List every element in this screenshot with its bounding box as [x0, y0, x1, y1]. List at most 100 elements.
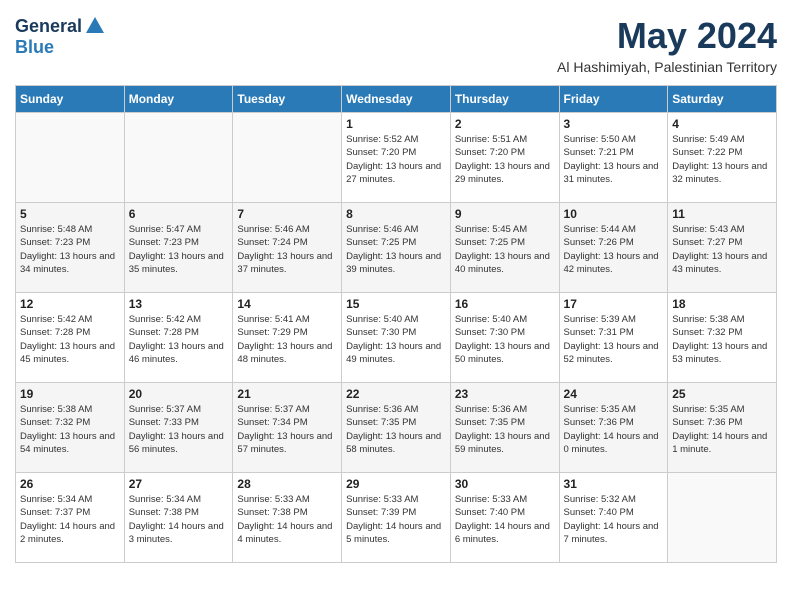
day-header-saturday: Saturday	[668, 86, 777, 113]
week-row-4: 19Sunrise: 5:38 AMSunset: 7:32 PMDayligh…	[16, 383, 777, 473]
calendar-cell: 21Sunrise: 5:37 AMSunset: 7:34 PMDayligh…	[233, 383, 342, 473]
calendar-cell: 15 Sunrise: 5:40 AMSunset: 7:30 PMDayligh…	[342, 293, 451, 383]
day-number: 1	[346, 117, 446, 131]
day-number: 15	[346, 297, 446, 311]
calendar-cell: 19Sunrise: 5:38 AMSunset: 7:32 PMDayligh…	[16, 383, 125, 473]
cell-content: Sunrise: 5:36 AMSunset: 7:35 PMDaylight:…	[455, 403, 555, 456]
day-number: 23	[455, 387, 555, 401]
calendar-cell: 27 Sunrise: 5:34 AMSunset: 7:38 PMDayligh…	[124, 473, 233, 563]
week-row-3: 12 Sunrise: 5:42 AMSunset: 7:28 PMDayligh…	[16, 293, 777, 383]
cell-content: Sunrise: 5:40 AMSunset: 7:30 PMDaylight:…	[346, 313, 446, 366]
day-number: 2	[455, 117, 555, 131]
logo-blue-text: Blue	[15, 37, 54, 58]
day-number: 13	[129, 297, 229, 311]
day-number: 12	[20, 297, 120, 311]
cell-content: Sunrise: 5:44 AMSunset: 7:26 PMDaylight:…	[564, 223, 664, 276]
day-number: 19	[20, 387, 120, 401]
day-number: 4	[672, 117, 772, 131]
calendar-cell	[16, 113, 125, 203]
calendar-cell: 4 Sunrise: 5:49 AMSunset: 7:22 PMDaylight…	[668, 113, 777, 203]
week-row-5: 26Sunrise: 5:34 AMSunset: 7:37 PMDayligh…	[16, 473, 777, 563]
logo: General Blue	[15, 15, 106, 58]
month-title: May 2024	[557, 15, 777, 57]
calendar-cell: 2 Sunrise: 5:51 AMSunset: 7:20 PMDaylight…	[450, 113, 559, 203]
week-row-2: 5Sunrise: 5:48 AMSunset: 7:23 PMDaylight…	[16, 203, 777, 293]
cell-content: Sunrise: 5:52 AMSunset: 7:20 PMDaylight:…	[346, 133, 446, 186]
cell-content: Sunrise: 5:39 AMSunset: 7:31 PMDaylight:…	[564, 313, 664, 366]
calendar-cell: 29Sunrise: 5:33 AMSunset: 7:39 PMDayligh…	[342, 473, 451, 563]
day-number: 20	[129, 387, 229, 401]
day-number: 11	[672, 207, 772, 221]
day-number: 8	[346, 207, 446, 221]
calendar-table: SundayMondayTuesdayWednesdayThursdayFrid…	[15, 85, 777, 563]
day-number: 31	[564, 477, 664, 491]
calendar-cell: 28 Sunrise: 5:33 AMSunset: 7:38 PMDayligh…	[233, 473, 342, 563]
calendar-cell	[233, 113, 342, 203]
cell-content: Sunrise: 5:32 AMSunset: 7:40 PMDaylight:…	[564, 493, 664, 546]
calendar-cell: 11 Sunrise: 5:43 AMSunset: 7:27 PMDayligh…	[668, 203, 777, 293]
calendar-cell: 22Sunrise: 5:36 AMSunset: 7:35 PMDayligh…	[342, 383, 451, 473]
day-header-friday: Friday	[559, 86, 668, 113]
calendar-cell: 17 Sunrise: 5:39 AMSunset: 7:31 PMDayligh…	[559, 293, 668, 383]
calendar-cell: 13 Sunrise: 5:42 AMSunset: 7:28 PMDayligh…	[124, 293, 233, 383]
calendar-cell: 12 Sunrise: 5:42 AMSunset: 7:28 PMDayligh…	[16, 293, 125, 383]
calendar-cell: 3 Sunrise: 5:50 AMSunset: 7:21 PMDaylight…	[559, 113, 668, 203]
day-number: 30	[455, 477, 555, 491]
calendar-cell: 30 Sunrise: 5:33 AMSunset: 7:40 PMDayligh…	[450, 473, 559, 563]
cell-content: Sunrise: 5:33 AMSunset: 7:39 PMDaylight:…	[346, 493, 446, 546]
cell-content: Sunrise: 5:42 AMSunset: 7:28 PMDaylight:…	[129, 313, 229, 366]
calendar-cell: 25 Sunrise: 5:35 AMSunset: 7:36 PMDayligh…	[668, 383, 777, 473]
calendar-cell: 24Sunrise: 5:35 AMSunset: 7:36 PMDayligh…	[559, 383, 668, 473]
calendar-cell: 5Sunrise: 5:48 AMSunset: 7:23 PMDaylight…	[16, 203, 125, 293]
calendar-cell: 16 Sunrise: 5:40 AMSunset: 7:30 PMDayligh…	[450, 293, 559, 383]
day-number: 17	[564, 297, 664, 311]
day-number: 3	[564, 117, 664, 131]
calendar-cell: 1 Sunrise: 5:52 AMSunset: 7:20 PMDaylight…	[342, 113, 451, 203]
cell-content: Sunrise: 5:34 AMSunset: 7:38 PMDaylight:…	[129, 493, 229, 546]
cell-content: Sunrise: 5:47 AMSunset: 7:23 PMDaylight:…	[129, 223, 229, 276]
cell-content: Sunrise: 5:37 AMSunset: 7:34 PMDaylight:…	[237, 403, 337, 456]
cell-content: Sunrise: 5:46 AMSunset: 7:25 PMDaylight:…	[346, 223, 446, 276]
day-header-tuesday: Tuesday	[233, 86, 342, 113]
cell-content: Sunrise: 5:45 AMSunset: 7:25 PMDaylight:…	[455, 223, 555, 276]
day-number: 16	[455, 297, 555, 311]
day-number: 6	[129, 207, 229, 221]
cell-content: Sunrise: 5:42 AMSunset: 7:28 PMDaylight:…	[20, 313, 120, 366]
calendar-cell: 18 Sunrise: 5:38 AMSunset: 7:32 PMDayligh…	[668, 293, 777, 383]
calendar-cell	[124, 113, 233, 203]
day-number: 22	[346, 387, 446, 401]
calendar-cell: 14 Sunrise: 5:41 AMSunset: 7:29 PMDayligh…	[233, 293, 342, 383]
calendar-cell: 31 Sunrise: 5:32 AMSunset: 7:40 PMDayligh…	[559, 473, 668, 563]
cell-content: Sunrise: 5:40 AMSunset: 7:30 PMDaylight:…	[455, 313, 555, 366]
cell-content: Sunrise: 5:43 AMSunset: 7:27 PMDaylight:…	[672, 223, 772, 276]
cell-content: Sunrise: 5:37 AMSunset: 7:33 PMDaylight:…	[129, 403, 229, 456]
cell-content: Sunrise: 5:49 AMSunset: 7:22 PMDaylight:…	[672, 133, 772, 186]
calendar-cell: 10 Sunrise: 5:44 AMSunset: 7:26 PMDayligh…	[559, 203, 668, 293]
day-header-wednesday: Wednesday	[342, 86, 451, 113]
cell-content: Sunrise: 5:33 AMSunset: 7:40 PMDaylight:…	[455, 493, 555, 546]
cell-content: Sunrise: 5:51 AMSunset: 7:20 PMDaylight:…	[455, 133, 555, 186]
week-row-1: 1 Sunrise: 5:52 AMSunset: 7:20 PMDaylight…	[16, 113, 777, 203]
day-number: 28	[237, 477, 337, 491]
cell-content: Sunrise: 5:50 AMSunset: 7:21 PMDaylight:…	[564, 133, 664, 186]
logo-general-text: General	[15, 16, 82, 37]
day-number: 25	[672, 387, 772, 401]
cell-content: Sunrise: 5:35 AMSunset: 7:36 PMDaylight:…	[564, 403, 664, 456]
day-number: 10	[564, 207, 664, 221]
day-number: 7	[237, 207, 337, 221]
day-header-thursday: Thursday	[450, 86, 559, 113]
title-block: May 2024 Al Hashimiyah, Palestinian Terr…	[557, 15, 777, 75]
calendar-cell: 20 Sunrise: 5:37 AMSunset: 7:33 PMDayligh…	[124, 383, 233, 473]
cell-content: Sunrise: 5:41 AMSunset: 7:29 PMDaylight:…	[237, 313, 337, 366]
day-number: 5	[20, 207, 120, 221]
cell-content: Sunrise: 5:33 AMSunset: 7:38 PMDaylight:…	[237, 493, 337, 546]
day-number: 14	[237, 297, 337, 311]
cell-content: Sunrise: 5:35 AMSunset: 7:36 PMDaylight:…	[672, 403, 772, 456]
day-number: 18	[672, 297, 772, 311]
cell-content: Sunrise: 5:38 AMSunset: 7:32 PMDaylight:…	[672, 313, 772, 366]
day-number: 9	[455, 207, 555, 221]
logo-icon	[84, 15, 106, 37]
page-header: General Blue May 2024 Al Hashimiyah, Pal…	[15, 15, 777, 75]
day-number: 27	[129, 477, 229, 491]
day-header-monday: Monday	[124, 86, 233, 113]
